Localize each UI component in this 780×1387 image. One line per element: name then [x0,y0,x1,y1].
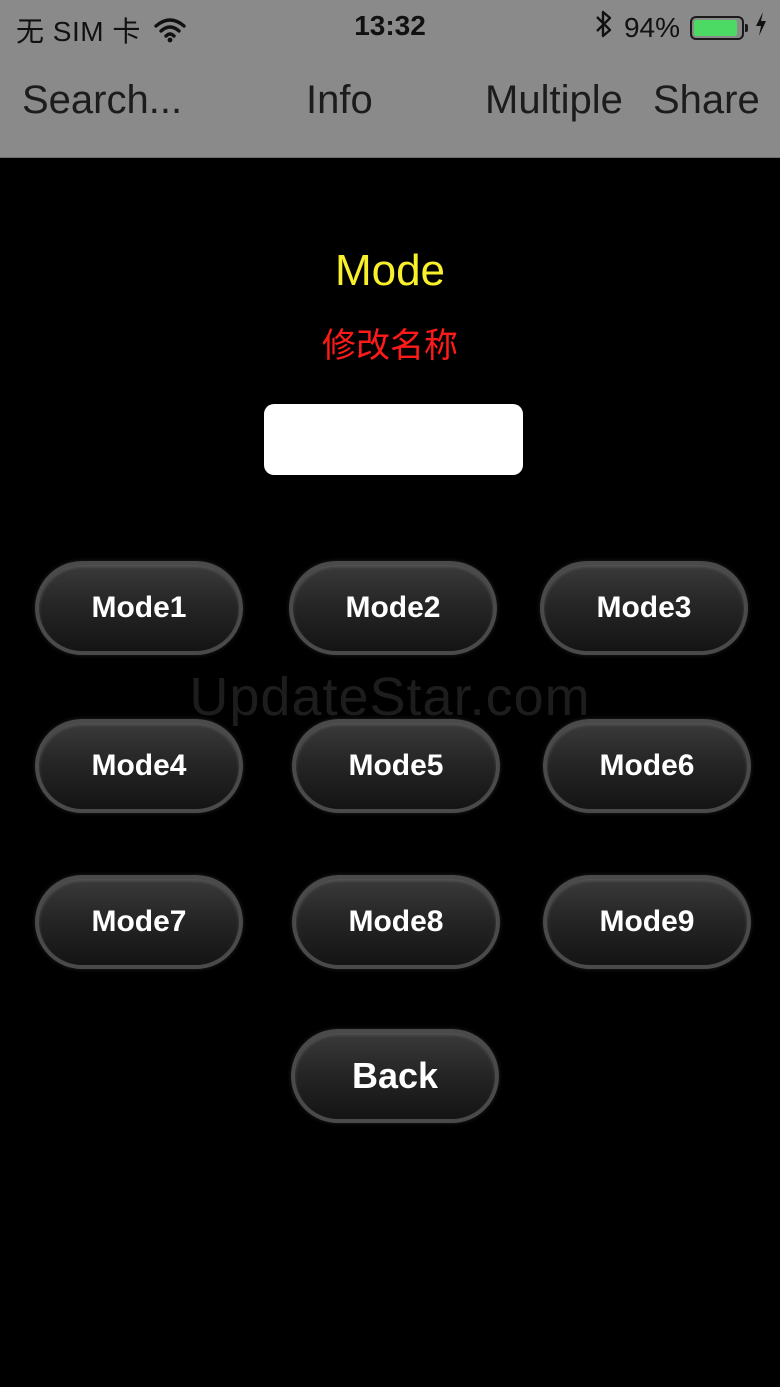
status-right: 94% [594,8,768,47]
mode7-button[interactable]: Mode7 [35,875,243,969]
multiple-button[interactable]: Multiple [485,78,623,123]
rename-label: 修改名称 [322,326,458,366]
mode1-button[interactable]: Mode1 [35,561,243,655]
battery-fill [694,19,738,36]
mode5-button[interactable]: Mode5 [292,719,500,813]
battery-percent: 94% [623,11,680,43]
charging-icon [754,11,768,44]
share-button[interactable]: Share [653,78,760,123]
mode8-button[interactable]: Mode8 [292,875,500,969]
back-button[interactable]: Back [291,1029,499,1123]
page-title: Mode [334,246,446,295]
search-button[interactable]: Search... [22,78,182,123]
mode-name-input[interactable] [264,404,523,475]
app-screen: 无 SIM 卡 13:32 94% Search... Info Multipl… [0,0,780,1387]
mode4-button[interactable]: Mode4 [35,719,243,813]
bluetooth-icon [594,8,614,47]
battery-icon [690,15,748,40]
mode3-button[interactable]: Mode3 [540,561,748,655]
mode6-button[interactable]: Mode6 [543,719,751,813]
info-button[interactable]: Info [306,78,373,123]
navigation-bar: Search... Info Multiple Share [0,70,780,140]
status-bar: 无 SIM 卡 13:32 94% [0,0,780,54]
mode2-button[interactable]: Mode2 [289,561,497,655]
mode9-button[interactable]: Mode9 [543,875,751,969]
top-bar: 无 SIM 卡 13:32 94% Search... Info Multipl… [0,0,780,158]
